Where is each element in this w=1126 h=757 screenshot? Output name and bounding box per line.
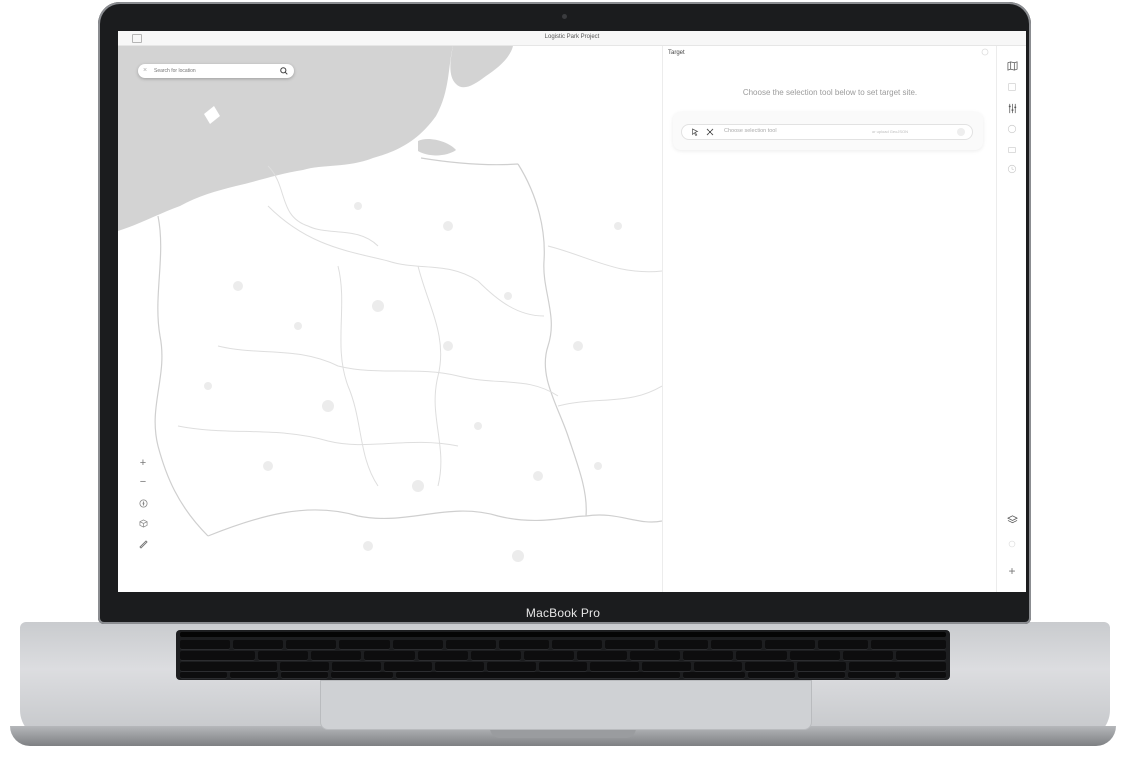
search-box[interactable]: × (138, 64, 294, 78)
panel-help-text: Choose the selection tool below to set t… (742, 88, 918, 97)
map[interactable]: × + − (118, 46, 662, 592)
clock-icon (1007, 164, 1017, 174)
sea-area (450, 46, 513, 88)
close-icon[interactable]: × (143, 66, 147, 76)
selection-tool-bar[interactable]: Choose selection tool or upload GeoJSON (681, 124, 973, 140)
panel-title: Target (668, 50, 685, 56)
minus-icon: − (139, 476, 147, 488)
selection-tool-card: Choose selection tool or upload GeoJSON (673, 112, 983, 150)
country-border (154, 215, 209, 537)
selection-tool-placeholder: Choose selection tool (724, 128, 777, 134)
imagery-button[interactable] (1005, 143, 1019, 157)
land-texture (204, 202, 622, 562)
plus-icon: + (1008, 564, 1016, 578)
region-border (217, 345, 559, 397)
compass-icon (138, 498, 148, 508)
settings-button[interactable] (1005, 537, 1019, 551)
keyboard-row (180, 662, 947, 672)
map-view-button[interactable] (1005, 58, 1019, 72)
search-icon[interactable] (279, 66, 289, 76)
lagoon-area (418, 139, 456, 156)
edit-button[interactable] (1005, 80, 1019, 94)
search-input[interactable] (154, 67, 264, 75)
region-border (177, 425, 459, 447)
screen: Logistic Park Project × Search for locat… (118, 31, 1026, 592)
brand-label: MacBook Pro (525, 606, 601, 620)
region-border (337, 265, 379, 487)
measure-button[interactable] (136, 537, 150, 551)
title-bar: Logistic Park Project (118, 31, 1026, 46)
cube-icon (139, 518, 147, 528)
3d-view-button[interactable] (136, 516, 150, 530)
collapse-panel-icon[interactable] (981, 48, 989, 56)
upload-icon[interactable] (956, 127, 966, 137)
map-canvas[interactable] (118, 46, 662, 592)
plus-icon: + (139, 457, 147, 469)
region-border (417, 265, 442, 487)
map-icon (1007, 60, 1017, 71)
history-button[interactable] (1005, 162, 1019, 176)
camera (562, 14, 567, 19)
pointer-tool-icon[interactable] (690, 127, 700, 137)
layers-button[interactable] (1005, 512, 1019, 526)
country-border (420, 157, 519, 166)
touch-bar (180, 632, 946, 637)
target-panel: Target Choose the selection tool below t… (662, 46, 997, 592)
filters-button[interactable] (1005, 101, 1019, 115)
add-button[interactable]: + (1005, 564, 1019, 578)
compass-button[interactable] (136, 496, 150, 510)
ruler-icon (139, 540, 148, 549)
country-border (517, 163, 587, 517)
keyboard-row (180, 672, 947, 679)
sliders-icon (1008, 103, 1016, 113)
right-toolbar: + (996, 46, 1026, 592)
area-select-tool-icon[interactable] (705, 127, 715, 137)
edit-icon (1008, 83, 1016, 91)
zoom-out-button[interactable]: − (136, 475, 150, 489)
keyboard-row (180, 640, 947, 650)
keyboard-row (180, 651, 947, 661)
layers-icon (1006, 514, 1018, 523)
country-border (207, 509, 662, 537)
region-border (547, 245, 662, 273)
image-icon (1008, 147, 1016, 153)
trackpad (320, 680, 812, 730)
region-border (557, 385, 662, 407)
globe-button[interactable] (1005, 122, 1019, 136)
region-border (267, 205, 545, 317)
globe-icon (1007, 124, 1017, 134)
upload-geojson-hint[interactable]: or upload GeoJSON (872, 129, 908, 134)
window-title: Logistic Park Project (544, 34, 600, 40)
settings-icon (1008, 540, 1016, 548)
zoom-in-button[interactable]: + (136, 456, 150, 470)
